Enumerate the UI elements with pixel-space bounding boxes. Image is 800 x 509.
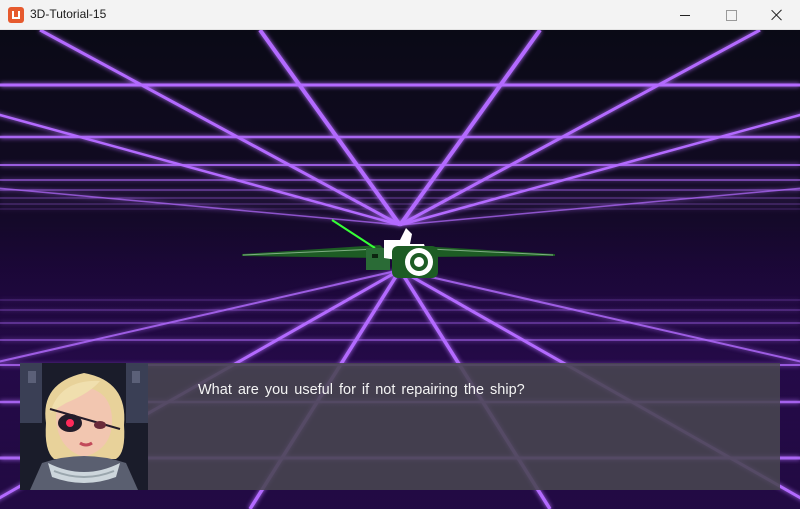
close-icon — [771, 9, 783, 21]
maximize-icon — [725, 9, 737, 21]
close-button[interactable] — [754, 0, 800, 30]
window-title: 3D-Tutorial-15 — [30, 7, 107, 21]
minimize-button[interactable] — [662, 0, 708, 30]
dialog-text: What are you useful for if not repairing… — [198, 382, 525, 398]
portrait-art — [20, 363, 148, 490]
eyepatch-pilot-portrait — [20, 363, 148, 490]
ceiling-grid — [0, 30, 800, 227]
maximize-button[interactable] — [708, 0, 754, 30]
dialog-text-box: What are you useful for if not repairing… — [148, 363, 780, 490]
game-window: 3D-Tutorial-15 What are you useful for i… — [0, 0, 800, 509]
game-viewport[interactable]: What are you useful for if not repairing… — [0, 30, 800, 509]
monogame-icon — [8, 7, 24, 23]
dialog-box: What are you useful for if not repairing… — [20, 363, 780, 490]
minimize-icon — [680, 14, 690, 16]
title-bar[interactable]: 3D-Tutorial-15 — [0, 0, 800, 30]
